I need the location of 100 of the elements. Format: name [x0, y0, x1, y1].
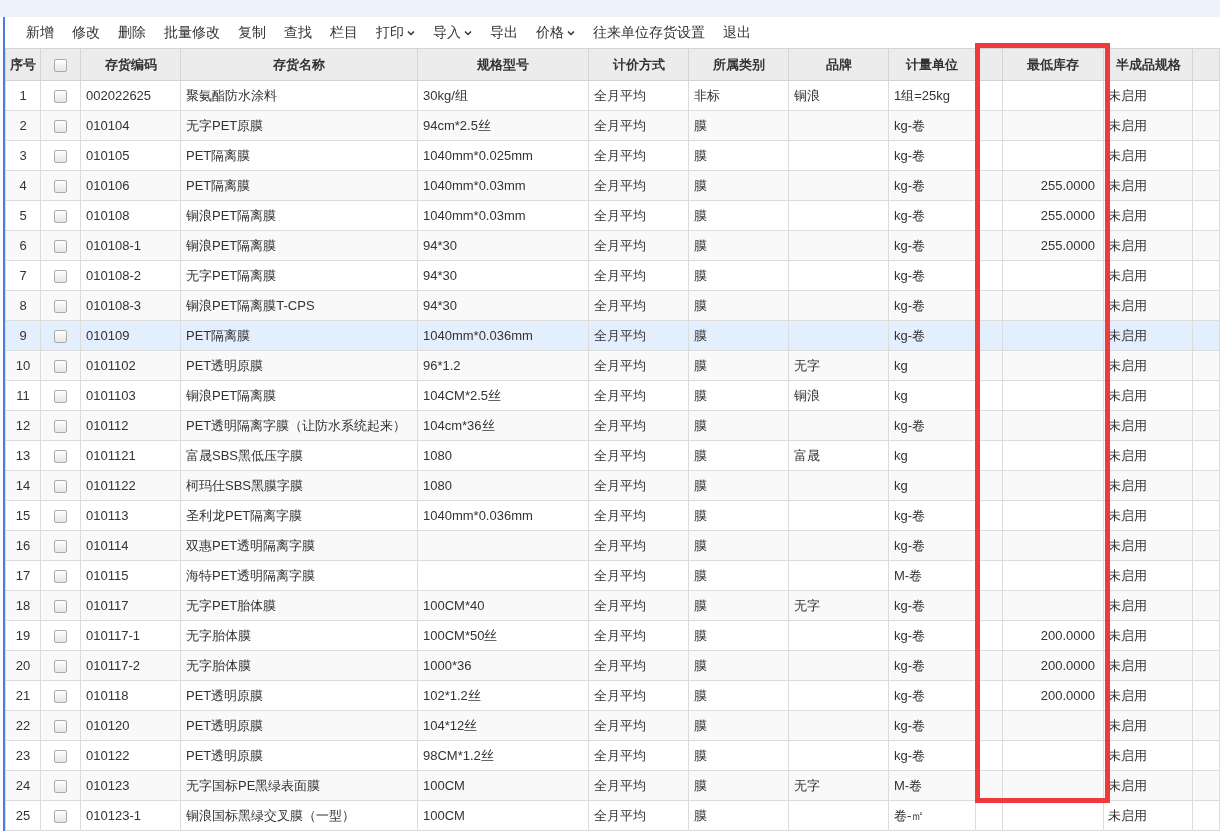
toolbar-button[interactable]: 导出 [481, 18, 527, 47]
table-row[interactable]: 20 010117-2 无字胎体膜 1000*36 全月平均 膜 kg-卷 200.0000 未启用 [5, 650, 1220, 681]
table-cell: 010109 [86, 328, 130, 343]
table-row[interactable]: 19 010117-1 无字胎体膜 100CM*50丝 全月平均 膜 kg-卷 200.0000 未启用 [5, 620, 1220, 651]
row-checkbox[interactable] [54, 90, 67, 104]
table-row[interactable]: 2 010104 无字PET原膜 94cm*2.5丝 全月平均 膜 kg-卷 未启用 [5, 110, 1220, 141]
column-header[interactable]: 品牌 [788, 48, 889, 81]
column-header[interactable]: 计量单位 [888, 48, 976, 81]
row-checkbox[interactable] [54, 390, 67, 404]
toolbar-button[interactable]: 往来单位存货设置 [584, 18, 714, 47]
table-row[interactable]: 25 010123-1 铜浪国标黑绿交叉膜（一型） 100CM 全月平均 膜 卷-㎡ 未启用 [5, 800, 1220, 831]
table-row[interactable]: 13 0101121 富晟SBS黑低压字膜 1080 全月平均 膜 富晟 kg 未启用 [5, 440, 1220, 471]
row-checkbox[interactable] [54, 420, 67, 434]
table-row[interactable]: 22 010120 PET透明原膜 104*12丝 全月平均 膜 kg-卷 未启用 [5, 710, 1220, 741]
table-row[interactable]: 17 010115 海特PET透明隔离字膜 全月平均 膜 M-卷 未启用 [5, 560, 1220, 591]
toolbar-button[interactable]: 修改 [63, 18, 109, 47]
table-row[interactable]: 5 010108 铜浪PET隔离膜 1040mm*0.03mm 全月平均 膜 kg-卷 255.0000 未启用 [5, 200, 1220, 231]
row-checkbox[interactable] [54, 570, 67, 584]
toolbar-button[interactable]: 复制 [229, 18, 275, 47]
table-cell: 010122 [86, 748, 130, 763]
table-row[interactable]: 10 0101102 PET透明原膜 96*1.2 全月平均 膜 无字 kg 未启用 [5, 350, 1220, 381]
column-header[interactable]: 计价方式 [588, 48, 689, 81]
row-checkbox[interactable] [54, 540, 67, 554]
column-header[interactable]: 存货编码 [80, 48, 181, 81]
table-row[interactable]: 3 010105 PET隔离膜 1040mm*0.025mm 全月平均 膜 kg-卷 未启用 [5, 140, 1220, 171]
table-cell: 全月平均 [594, 477, 646, 493]
table-cell: 010118 [86, 688, 129, 703]
table-cell: kg-卷 [894, 687, 926, 703]
table-row[interactable]: 23 010122 PET透明原膜 98CM*1.2丝 全月平均 膜 kg-卷 未启用 [5, 740, 1220, 771]
table-row[interactable]: 21 010118 PET透明原膜 102*1.2丝 全月平均 膜 kg-卷 200.0000 未启用 [5, 680, 1220, 711]
table-cell: 010117-2 [86, 658, 140, 673]
column-header[interactable]: 规格型号 [417, 48, 589, 81]
column-header[interactable]: 存货名称 [180, 48, 418, 81]
row-checkbox[interactable] [54, 690, 67, 704]
row-checkbox[interactable] [54, 780, 67, 794]
table-cell: kg-卷 [894, 117, 926, 133]
table-cell: 98CM*1.2丝 [423, 747, 494, 763]
row-checkbox[interactable] [54, 150, 67, 164]
caret-icon [464, 29, 472, 36]
row-number: 1 [5, 80, 41, 111]
row-checkbox[interactable] [54, 300, 67, 314]
table-row[interactable]: 12 010112 PET透明隔离字膜（让防水系统起来） 104cm*36丝 全月平均 膜 kg-卷 未启用 [5, 410, 1220, 441]
column-header[interactable]: 半成品规格 [1103, 48, 1193, 81]
toolbar-button[interactable]: 批量修改 [155, 18, 229, 47]
toolbar-button[interactable]: 导入 [424, 18, 481, 47]
row-number: 20 [5, 650, 41, 681]
row-number: 19 [5, 620, 41, 651]
toolbar-button[interactable]: 新增 [17, 18, 63, 47]
row-checkbox[interactable] [54, 240, 67, 254]
row-checkbox[interactable] [54, 810, 67, 824]
table-cell: 002022625 [86, 88, 152, 103]
table-row[interactable]: 9 010109 PET隔离膜 1040mm*0.036mm 全月平均 膜 kg-卷 未启用 [5, 320, 1220, 351]
row-checkbox[interactable] [54, 360, 67, 374]
row-checkbox[interactable] [54, 120, 67, 134]
table-row[interactable]: 7 010108-2 无字PET隔离膜 94*30 全月平均 膜 kg-卷 未启用 [5, 260, 1220, 291]
column-header[interactable]: 所属类别 [688, 48, 789, 81]
row-checkbox[interactable] [54, 210, 67, 224]
table-cell: 膜 [694, 207, 707, 223]
select-all-checkbox[interactable] [54, 59, 67, 73]
table-row[interactable]: 16 010114 双惠PET透明隔离字膜 全月平均 膜 kg-卷 未启用 [5, 530, 1220, 561]
toolbar-button[interactable]: 退出 [714, 18, 760, 47]
row-checkbox[interactable] [54, 720, 67, 734]
row-checkbox[interactable] [54, 660, 67, 674]
toolbar-button[interactable]: 价格 [527, 18, 584, 47]
toolbar-button[interactable]: 查找 [275, 18, 321, 47]
row-number: 9 [5, 320, 41, 351]
toolbar-button[interactable]: 栏目 [321, 18, 367, 47]
column-header[interactable]: 最低库存 [1002, 48, 1104, 81]
row-checkbox[interactable] [54, 270, 67, 284]
table-cell: 膜 [694, 417, 707, 433]
table-row[interactable]: 8 010108-3 铜浪PET隔离膜T-CPS 94*30 全月平均 膜 kg-卷 未启用 [5, 290, 1220, 321]
toolbar-button[interactable]: 删除 [109, 18, 155, 47]
toolbar-button[interactable]: 打印 [367, 18, 424, 47]
table-cell: 100CM*50丝 [423, 627, 498, 643]
row-checkbox[interactable] [54, 180, 67, 194]
row-checkbox[interactable] [54, 330, 67, 344]
table-cell: 96*1.2 [423, 358, 461, 373]
table-row[interactable]: 24 010123 无字国标PE黑绿表面膜 100CM 全月平均 膜 无字 M-卷 未启用 [5, 770, 1220, 801]
row-checkbox[interactable] [54, 630, 67, 644]
row-checkbox[interactable] [54, 600, 67, 614]
column-header[interactable]: 序号 [5, 48, 41, 81]
row-checkbox[interactable] [54, 480, 67, 494]
row-checkbox[interactable] [54, 510, 67, 524]
table-row[interactable]: 6 010108-1 铜浪PET隔离膜 94*30 全月平均 膜 kg-卷 255.0000 未启用 [5, 230, 1220, 261]
table-row[interactable]: 1 002022625 聚氨酯防水涂料 30kg/组 全月平均 非标 铜浪 1组=25kg 未启用 [5, 80, 1220, 111]
table-cell: 全月平均 [594, 207, 646, 223]
table-cell: 铜浪国标黑绿交叉膜（一型） [186, 807, 355, 823]
table-cell: 全月平均 [594, 177, 646, 193]
table-cell: 全月平均 [594, 597, 646, 613]
table-row[interactable]: 4 010106 PET隔离膜 1040mm*0.03mm 全月平均 膜 kg-卷 255.0000 未启用 [5, 170, 1220, 201]
table-row[interactable]: 15 010113 圣利龙PET隔离字膜 1040mm*0.036mm 全月平均 膜 kg-卷 未启用 [5, 500, 1220, 531]
table-row[interactable]: 18 010117 无字PET胎体膜 100CM*40 全月平均 膜 无字 kg-卷 未启用 [5, 590, 1220, 621]
row-checkbox[interactable] [54, 450, 67, 464]
row-checkbox[interactable] [54, 750, 67, 764]
row-number: 4 [5, 170, 41, 201]
caret-icon [407, 29, 415, 36]
table-row[interactable]: 11 0101103 铜浪PET隔离膜 104CM*2.5丝 全月平均 膜 铜浪 kg 未启用 [5, 380, 1220, 411]
row-number: 22 [5, 710, 41, 741]
table-cell: 未启用 [1108, 267, 1147, 283]
table-row[interactable]: 14 0101122 柯玛仕SBS黑膜字膜 1080 全月平均 膜 kg 未启用 [5, 470, 1220, 501]
